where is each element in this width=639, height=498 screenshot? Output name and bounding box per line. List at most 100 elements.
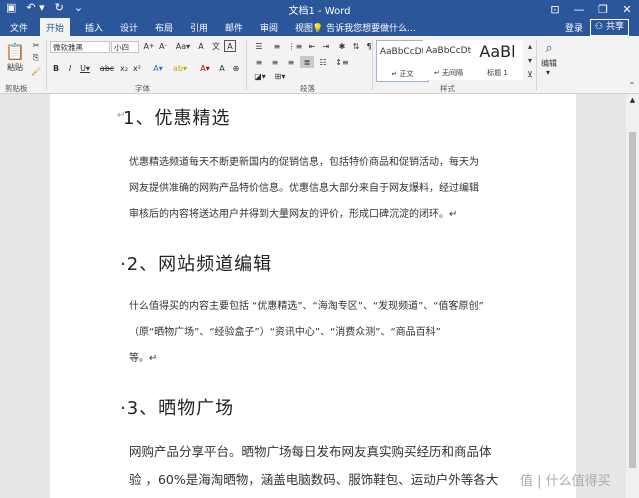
collapse-ribbon-icon[interactable]: ⌃ [627,80,637,90]
paragraph-2: 什么值得买的内容主要包括 “优惠精选”、“海淘专区”、“发现频道”、“值客原创”… [129,294,509,372]
tell-me-search[interactable]: 💡 告诉我您想要做什么... [312,21,416,34]
character-shading-icon[interactable]: A [216,62,228,74]
lightbulb-icon: 💡 [312,24,324,34]
divider [246,40,247,90]
show-hide-marks-icon[interactable]: ¶ [363,40,375,52]
align-left-icon[interactable]: ≡ [252,56,266,68]
ribbon: 📋 粘贴 ✂ ⎘ 🖌 剪贴板 微软雅黑 小四 A + A- Aa▾ A 文 A B… [0,36,639,94]
styles-group-label: 样式 [440,84,455,93]
ribbon-tabs: 文件 开始 插入 设计 布局 引用 邮件 审阅 视图 💡 告诉我您想要做什么..… [0,18,639,36]
paragraph-line: 审核后的内容将送达用户并得到大量网友的评价，形成口碑沉淀的闭环。↵ [129,209,458,220]
multilevel-list-icon[interactable]: ⋮≡ [288,40,303,52]
login-link[interactable]: 登录 [565,21,583,34]
clear-formatting-icon[interactable]: A [195,40,207,52]
superscript-icon[interactable]: x² [131,62,143,74]
style-heading-1-preview: AaBl [479,42,516,61]
share-label: 共享 [605,22,624,32]
font-name-combo[interactable]: 微软雅黑 [50,41,110,53]
tab-file[interactable]: 文件 [10,21,28,34]
tab-mailings[interactable]: 邮件 [225,21,243,34]
tab-references[interactable]: 引用 [190,21,208,34]
tell-me-text: 告诉我您想要做什么... [326,24,416,34]
tab-home[interactable]: 开始 [40,18,71,36]
person-icon: ⚇ [595,22,604,32]
align-right-icon[interactable]: ≡ [284,56,298,68]
bold-icon[interactable]: B [50,62,62,74]
vertical-scrollbar[interactable]: ▲ [626,94,639,498]
style-heading-1-name: 标题 1 [487,69,508,77]
line-spacing-icon[interactable]: ↕≡ [334,56,350,68]
title-bar: ▣ ↶ ▾ ↻ ⌄ 文档1 - Word ⊡ — ❐ ✕ [0,0,639,18]
tab-view[interactable]: 视图 [295,21,313,34]
change-case-icon[interactable]: Aa▾ [175,40,191,52]
paragraph-group-label: 段落 [300,84,315,93]
cut-icon[interactable]: ✂ [30,40,42,50]
paragraph-line: 等。↵ [129,353,158,364]
numbering-icon[interactable]: ≡ [270,40,284,52]
close-icon[interactable]: ✕ [615,0,639,18]
paragraph-line: 优惠精选频道每天不断更新国内的促销信息，包括特价商品和促销活动，每天为 [129,157,479,168]
bullets-icon[interactable]: ☰ [252,40,266,52]
heading-2: ·2、网站频道编辑 [120,254,273,275]
clipboard-icon[interactable]: 📋 [4,40,26,62]
styles-scroll-up-icon[interactable]: ▴ [526,40,534,52]
paste-button[interactable]: 粘贴 [4,62,26,72]
borders-icon[interactable]: ⊞▾ [272,70,288,82]
shading-icon[interactable]: ◪▾ [252,70,268,82]
decrease-indent-icon[interactable]: ⇤ [306,40,318,52]
highlight-color-icon[interactable]: ab▾ [172,62,188,74]
share-button[interactable]: ⚇ 共享 [590,19,629,36]
font-size-combo[interactable]: 小四 [111,41,139,53]
restore-icon[interactable]: ❐ [591,0,615,18]
tab-insert[interactable]: 插入 [85,21,103,34]
find-icon[interactable]: ⌕ [540,40,558,56]
style-heading-1[interactable]: AaBl 标题 1 [472,40,523,80]
style-no-spacing-name: ↵ 无间隔 [433,69,464,77]
paragraph-line: 验 ，60%是海淘晒物，涵盖电脑数码、服饰鞋包、运动户外等各大 [129,472,499,487]
style-no-spacing-preview: AaBbCcDt [425,46,472,56]
minimize-icon[interactable]: — [567,0,591,18]
grow-font-icon[interactable]: A + [143,40,155,52]
font-group-label: 字体 [135,84,150,93]
divider [372,40,373,90]
watermark: 值 | 什么值得买 [520,474,611,489]
shrink-font-icon[interactable]: A- [157,40,169,52]
style-normal[interactable]: AaBbCcDt ↵ 正文 [376,40,429,82]
scroll-up-icon[interactable]: ▲ [628,96,637,104]
heading-3: ·3、晒物广场 [120,398,235,419]
font-color-icon[interactable]: A▾ [197,62,213,74]
italic-icon[interactable]: I [64,62,76,74]
styles-scroll-down-icon[interactable]: ▾ [526,54,534,66]
ribbon-display-options-icon[interactable]: ⊡ [543,0,567,18]
text-effects-icon[interactable]: A▾ [150,62,166,74]
character-border-icon[interactable]: A [224,40,236,52]
subscript-icon[interactable]: x₂ [118,62,130,74]
underline-icon[interactable]: U▾ [78,62,92,74]
phonetic-guide-icon[interactable]: 文 [210,40,222,52]
align-center-icon[interactable]: ≡ [268,56,282,68]
sort-icon[interactable]: ⇅ [350,40,362,52]
distributed-icon[interactable]: ☷ [316,56,330,68]
justify-icon[interactable]: ≣ [300,56,314,68]
document-page[interactable]: ↵ 1、优惠精选 优惠精选频道每天不断更新国内的促销信息，包括特价商品和促销活动… [50,94,576,498]
styles-more-icon[interactable]: ⊻ [526,68,534,80]
increase-indent-icon[interactable]: ⇥ [320,40,332,52]
divider [46,40,47,90]
tab-design[interactable]: 设计 [120,21,138,34]
tab-layout[interactable]: 布局 [155,21,173,34]
paragraph-line: 网购产品分享平台。晒物广场每日发布网友真实购买经历和商品体 [129,444,492,459]
tab-review[interactable]: 审阅 [260,21,278,34]
chevron-down-icon: ▾ [545,67,550,77]
paragraph-3: 网购产品分享平台。晒物广场每日发布网友真实购买经历和商品体 验 ，60%是海淘晒… [129,438,504,494]
format-painter-icon[interactable]: 🖌 [30,66,42,76]
style-no-spacing[interactable]: AaBbCcDt ↵ 无间隔 [423,40,474,80]
paragraph-line: 网友提供准确的网购产品特价信息。优惠信息大部分来自于网友爆料，经过编辑 [129,183,479,194]
enclose-characters-icon[interactable]: ⊕ [230,62,242,74]
editing-button[interactable]: 编辑 [537,58,561,68]
chinese-layout-icon[interactable]: ✱ [336,40,348,52]
strikethrough-icon[interactable]: abc [98,62,116,74]
copy-icon[interactable]: ⎘ [30,53,42,63]
scrollbar-thumb[interactable] [629,132,636,468]
paragraph-line: 什么值得买的内容主要包括 “优惠精选”、“海淘专区”、“发现频道”、“值客原创” [129,301,484,312]
clipboard-group-label: 剪贴板 [5,84,28,93]
